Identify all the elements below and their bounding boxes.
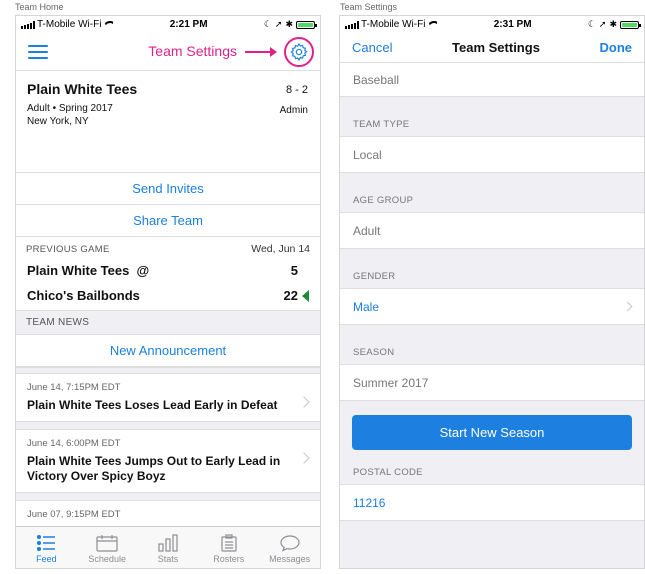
caption-team-home: Team Home <box>15 2 64 12</box>
team-location: New York, NY <box>27 116 89 127</box>
location-icon: ➚ <box>598 19 607 29</box>
team-card[interactable]: Plain White Tees 8 - 2 Adult • Spring 20… <box>16 71 320 173</box>
tab-schedule[interactable]: Schedule <box>77 527 138 568</box>
tab-rosters-label: Rosters <box>213 554 245 564</box>
previous-game-card[interactable]: PREVIOUS GAME Wed, Jun 14 Plain White Te… <box>16 237 320 310</box>
tab-feed-label: Feed <box>36 554 57 564</box>
done-button[interactable]: Done <box>599 40 632 55</box>
tab-messages-label: Messages <box>269 554 311 564</box>
sport-field[interactable]: Baseball <box>340 63 644 97</box>
battery-icon <box>295 20 317 29</box>
team-news-label: TEAM NEWS <box>16 310 320 334</box>
send-invites-button[interactable]: Send Invites <box>16 173 320 205</box>
clipboard-icon <box>221 534 237 552</box>
news-date: June 07, 9:15PM EDT <box>27 509 121 520</box>
previous-game-date: Wed, Jun 14 <box>251 243 310 255</box>
new-announcement-button[interactable]: New Announcement <box>16 334 320 367</box>
tab-bar: Feed Schedule Stats Rosters Messages <box>16 526 320 568</box>
hamburger-menu-icon[interactable] <box>28 45 48 59</box>
gender-label: GENDER <box>353 271 396 282</box>
tab-stats-label: Stats <box>157 554 179 564</box>
tab-stats[interactable]: Stats <box>138 527 199 568</box>
battery-icon <box>619 20 641 29</box>
bar-chart-icon <box>158 534 178 552</box>
cancel-button[interactable]: Cancel <box>352 40 392 55</box>
home-team-name: Plain White Tees @ <box>27 263 150 278</box>
age-group-value: Adult <box>353 223 381 238</box>
start-new-season-button[interactable]: Start New Season <box>352 415 632 450</box>
chevron-right-icon <box>622 301 633 312</box>
wifi-icon <box>103 21 113 29</box>
age-group-field[interactable]: Adult <box>340 212 644 249</box>
previous-game-label: PREVIOUS GAME <box>26 243 110 255</box>
news-title: Plain White Tees Jumps Out to Early Lead… <box>27 454 281 483</box>
chevron-right-icon <box>298 452 310 464</box>
moon-icon: ☾ <box>587 19 596 29</box>
gear-icon[interactable] <box>284 37 314 67</box>
season-field[interactable]: Summer 2017 <box>340 364 644 401</box>
chat-bubble-icon <box>279 535 300 552</box>
calendar-icon <box>96 535 118 552</box>
season-label: SEASON <box>353 347 395 358</box>
tab-rosters[interactable]: Rosters <box>198 527 259 568</box>
feed-icon <box>37 534 56 552</box>
tab-schedule-label: Schedule <box>88 554 126 564</box>
team-type-value: Local <box>353 147 382 162</box>
news-date: June 14, 6:00PM EDT <box>27 438 121 449</box>
game-row-home: Plain White Tees @ 5 <box>16 258 320 283</box>
team-role: Admin <box>279 105 308 116</box>
bluetooth-icon: ✱ <box>609 19 617 29</box>
news-date: June 14, 7:15PM EDT <box>27 382 121 393</box>
gender-value: Male <box>353 299 380 314</box>
team-meta: Adult • Spring 2017 <box>27 103 113 114</box>
team-home-screen: T-Mobile Wi-Fi 2:21 PM ☾ ➚ ✱ Team Settin… <box>15 15 321 569</box>
game-row-away: Chico's Bailbonds 22 <box>16 283 320 308</box>
away-team-name: Chico's Bailbonds <box>27 288 140 303</box>
away-team-score: 22 <box>283 288 298 303</box>
status-time: 2:21 PM <box>169 19 208 30</box>
team-type-field[interactable]: Local <box>340 136 644 173</box>
news-item[interactable]: June 14, 7:15PM EDT Plain White Tees Los… <box>16 373 320 421</box>
status-time: 2:31 PM <box>493 19 532 30</box>
home-team-score: 5 <box>290 263 298 278</box>
age-group-label: AGE GROUP <box>353 195 414 206</box>
location-icon: ➚ <box>274 19 283 29</box>
page-title: Team Settings <box>452 40 540 55</box>
postal-code-field[interactable]: 11216 <box>340 484 644 521</box>
tab-feed[interactable]: Feed <box>16 527 77 568</box>
status-bar: T-Mobile Wi-Fi 2:21 PM ☾ ➚ ✱ <box>16 16 320 33</box>
chevron-right-icon <box>298 396 310 408</box>
team-settings-annotation: Team Settings <box>148 43 237 59</box>
team-record: 8 - 2 <box>285 84 308 96</box>
arrow-icon <box>245 47 277 57</box>
signal-icon <box>21 20 35 29</box>
news-item[interactable]: June 07, 9:15PM EDT <box>16 500 320 528</box>
tab-messages[interactable]: Messages <box>259 527 320 568</box>
settings-nav-bar: Cancel Team Settings Done <box>340 33 644 63</box>
sport-value: Baseball <box>353 72 400 87</box>
postal-code-label: POSTAL CODE <box>353 467 423 478</box>
caption-team-settings: Team Settings <box>340 2 398 12</box>
wifi-icon <box>427 21 437 29</box>
team-settings-screen: T-Mobile Wi-Fi 2:31 PM ☾ ➚ ✱ Cancel Team… <box>339 15 645 569</box>
winner-indicator-icon <box>302 289 309 302</box>
moon-icon: ☾ <box>263 19 272 29</box>
home-header: Team Settings <box>16 33 320 71</box>
team-type-label: TEAM TYPE <box>353 119 410 130</box>
gender-select[interactable]: Male <box>340 288 644 325</box>
status-bar: T-Mobile Wi-Fi 2:31 PM ☾ ➚ ✱ <box>340 16 644 33</box>
bluetooth-icon: ✱ <box>285 19 293 29</box>
news-item[interactable]: June 14, 6:00PM EDT Plain White Tees Jum… <box>16 429 320 492</box>
carrier-label: T-Mobile Wi-Fi <box>37 19 102 30</box>
news-title: Plain White Tees Loses Lead Early in Def… <box>27 398 278 412</box>
share-team-button[interactable]: Share Team <box>16 205 320 237</box>
carrier-label: T-Mobile Wi-Fi <box>361 19 426 30</box>
postal-code-value: 11216 <box>353 495 386 510</box>
signal-icon <box>345 20 359 29</box>
team-name: Plain White Tees <box>27 81 138 97</box>
season-value: Summer 2017 <box>353 375 429 390</box>
